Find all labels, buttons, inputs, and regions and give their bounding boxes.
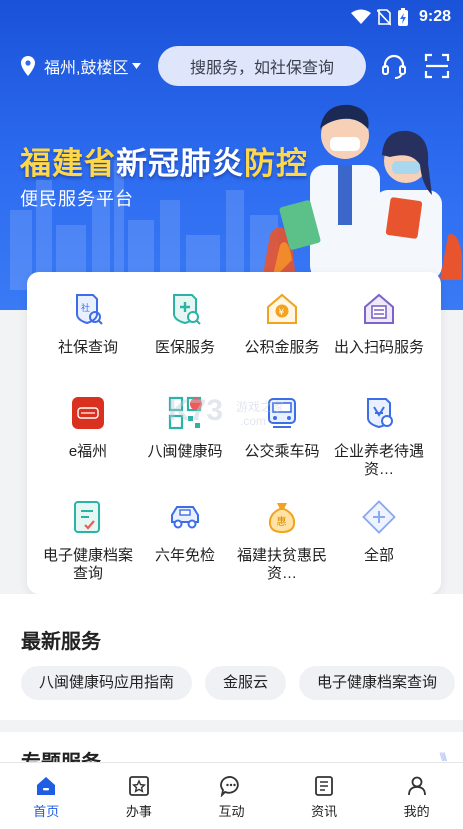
search-input[interactable]: 搜服务，如社保查询 — [158, 46, 366, 86]
headset-icon[interactable] — [380, 52, 408, 80]
latest-services-section — [0, 594, 463, 720]
svg-text:社: 社 — [81, 302, 90, 314]
service-label: 电子健康档案查询 — [42, 547, 133, 582]
car-inspection-icon — [171, 506, 199, 529]
scan-icon[interactable] — [423, 52, 451, 80]
nav-news[interactable]: 资讯 — [278, 763, 371, 829]
chat-icon — [220, 776, 240, 797]
nav-label: 资讯 — [311, 804, 338, 819]
wifi-icon — [350, 9, 371, 24]
service-label: 八闽健康码 — [147, 443, 223, 460]
service-all[interactable]: 全部 — [329, 500, 429, 565]
latest-services-title: 最新服务 — [21, 631, 101, 653]
svg-text:¥: ¥ — [279, 308, 285, 318]
chip-jinfuyun[interactable]: 金服云 — [205, 666, 287, 700]
location-label: 福州,鼓楼区 — [44, 60, 129, 77]
location-pin-icon — [21, 56, 35, 76]
no-sim-icon — [376, 9, 391, 26]
service-health-record[interactable]: 电子健康档案查询 — [38, 500, 138, 583]
status-bar: 9:28 — [0, 0, 463, 34]
efuzhou-icon — [72, 397, 104, 429]
user-icon — [407, 776, 426, 796]
service-pension[interactable]: 企业养老待遇资… — [329, 396, 429, 479]
all-services-icon — [362, 500, 396, 534]
service-poverty-relief[interactable]: 惠 福建扶贫惠民资… — [232, 500, 332, 583]
watermark: K73 游戏之家 .com — [168, 394, 298, 436]
location-selector[interactable]: 福州,鼓楼区 — [20, 54, 142, 78]
status-time: 9:28 — [418, 8, 451, 25]
search-placeholder: 搜服务，如社保查询 — [189, 60, 334, 77]
social-security-icon: 社 — [76, 294, 103, 325]
watermark-text: 游戏之家 — [236, 400, 285, 414]
service-efuzhou[interactable]: e福州 — [38, 396, 138, 461]
nav-label: 首页 — [33, 804, 60, 819]
top-bar: 福州,鼓楼区 搜服务，如社保查询 — [0, 44, 463, 88]
service-label: 六年免检 — [154, 547, 215, 564]
service-label: 公交乘车码 — [244, 443, 320, 460]
banner-subtitle: 便民服务平台 — [20, 189, 134, 209]
medical-insurance-icon — [173, 294, 201, 325]
topics-title: 专题服务 — [21, 746, 101, 762]
svg-text:惠: 惠 — [277, 515, 287, 528]
service-label: 公积金服务 — [244, 339, 320, 356]
service-label: 福建扶贫惠民资… — [236, 547, 327, 582]
banner-title: 福建省新冠肺炎防控 — [20, 146, 308, 181]
nav-affairs[interactable]: 办事 — [93, 763, 186, 829]
chip-health-record[interactable]: 电子健康档案查询 — [299, 666, 456, 700]
nav-profile[interactable]: 我的 — [370, 763, 463, 829]
topics-section: 专题服务 \\\\ — [0, 732, 463, 762]
banner: 9:28 福州,鼓楼区 搜服务，如社保查询 福建省新冠肺炎防控 便民服务平台 — [0, 0, 463, 310]
watermark-domain: .com — [240, 414, 267, 428]
service-label: 企业养老待遇资… — [333, 443, 424, 478]
service-label: e福州 — [68, 443, 108, 460]
service-label: 全部 — [363, 547, 394, 564]
poverty-relief-icon: 惠 — [268, 503, 296, 534]
doctors-illustration — [262, 104, 462, 280]
nav-home[interactable]: 首页 — [0, 763, 93, 829]
health-record-icon — [74, 501, 100, 533]
service-car-inspection[interactable]: 六年免检 — [135, 500, 235, 565]
service-social-security[interactable]: 社 社保查询 — [38, 292, 138, 357]
news-icon — [315, 776, 333, 796]
nav-label: 我的 — [403, 804, 430, 819]
caret-down-icon — [132, 63, 142, 69]
entry-scan-icon — [364, 293, 394, 324]
pension-icon — [367, 398, 393, 429]
housing-fund-icon: ¥ — [267, 293, 297, 324]
affairs-icon — [128, 776, 149, 796]
home-icon — [37, 777, 56, 795]
service-label: 社保查询 — [57, 339, 118, 356]
bottom-nav: 首页 办事 互动 资讯 我的 — [0, 762, 463, 829]
service-label: 出入扫码服务 — [333, 339, 424, 356]
nav-label: 互动 — [218, 804, 245, 819]
watermark-brand: K73 — [168, 394, 224, 427]
nav-interaction[interactable]: 互动 — [185, 763, 278, 829]
battery-charging-icon — [397, 8, 408, 26]
service-housing-fund[interactable]: ¥ 公积金服务 — [232, 292, 332, 357]
service-entry-scan[interactable]: 出入扫码服务 — [329, 292, 429, 357]
chip-health-code-guide[interactable]: 八闽健康码应用指南 — [21, 666, 193, 700]
service-label: 医保服务 — [154, 339, 215, 356]
topics-deco-icon: \\\\ — [439, 750, 447, 762]
latest-services-chips: 八闽健康码应用指南 金服云 电子健康档案查询 — [21, 666, 456, 700]
service-medical-insurance[interactable]: 医保服务 — [135, 292, 235, 357]
nav-label: 办事 — [125, 804, 152, 819]
